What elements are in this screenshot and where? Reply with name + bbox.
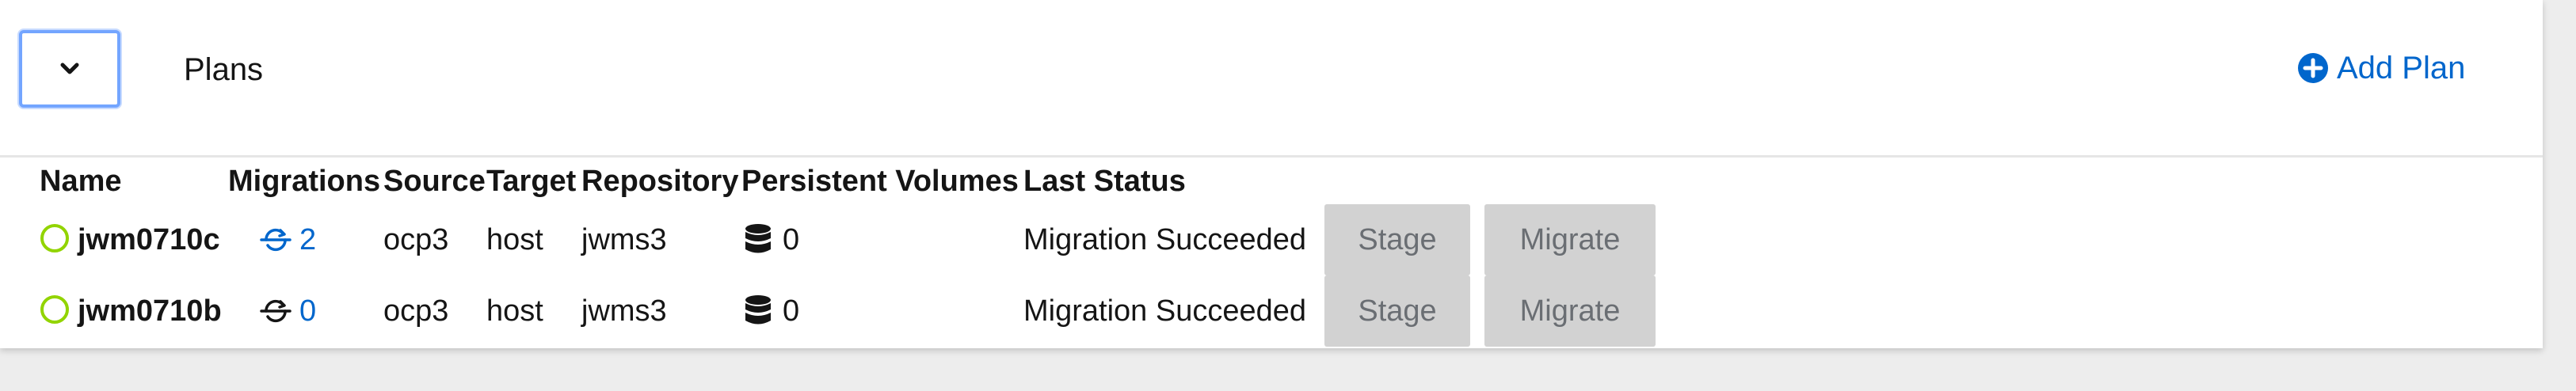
migrate-button[interactable]: Migrate	[1484, 275, 1656, 347]
column-header-migrations[interactable]: Migrations	[228, 163, 380, 199]
plus-circle-icon	[2298, 53, 2328, 83]
card-header: Plans Add Plan	[0, 0, 2543, 158]
column-header-source[interactable]: Source	[383, 163, 486, 199]
persistent-volumes-count: 0	[783, 223, 800, 256]
source-cluster: ocp3	[383, 294, 449, 328]
database-icon	[745, 224, 771, 253]
column-header-target[interactable]: Target	[486, 163, 576, 199]
repository: jwms3	[581, 294, 667, 328]
last-status: Migration Succeeded	[1023, 294, 1306, 328]
add-plan-button[interactable]: Add Plan	[2297, 49, 2465, 87]
chevron-down-icon	[60, 63, 79, 74]
add-plan-label: Add Plan	[2337, 51, 2466, 85]
plan-name[interactable]: jwm0710c	[78, 222, 220, 258]
page-title: Plans	[184, 52, 264, 87]
migrations-count-link[interactable]: 2	[299, 222, 316, 258]
migration-sync-icon	[260, 228, 292, 252]
migrations-count-link[interactable]: 0	[299, 293, 316, 329]
column-header-name[interactable]: Name	[40, 163, 122, 199]
plan-name[interactable]: jwm0710b	[78, 293, 222, 329]
last-status: Migration Succeeded	[1023, 223, 1306, 256]
source-cluster: ocp3	[383, 223, 449, 256]
repository: jwms3	[581, 223, 667, 256]
column-header-persistent-volumes[interactable]: Persistent Volumes	[741, 163, 1019, 199]
database-icon	[745, 295, 771, 325]
status-ring-icon	[40, 295, 69, 324]
stage-button[interactable]: Stage	[1324, 275, 1470, 347]
migration-sync-icon	[260, 299, 292, 323]
column-header-repository[interactable]: Repository	[581, 163, 738, 199]
expand-toggle-button[interactable]	[19, 30, 120, 108]
plans-card: Plans Add Plan Name Migrations Source Ta…	[0, 0, 2543, 348]
status-ring-icon	[40, 224, 69, 252]
persistent-volumes-count: 0	[783, 294, 800, 328]
migrate-button[interactable]: Migrate	[1484, 204, 1656, 275]
stage-button[interactable]: Stage	[1324, 204, 1470, 275]
target-cluster: host	[486, 294, 543, 328]
column-header-last-status[interactable]: Last Status	[1023, 163, 1186, 199]
target-cluster: host	[486, 223, 543, 256]
